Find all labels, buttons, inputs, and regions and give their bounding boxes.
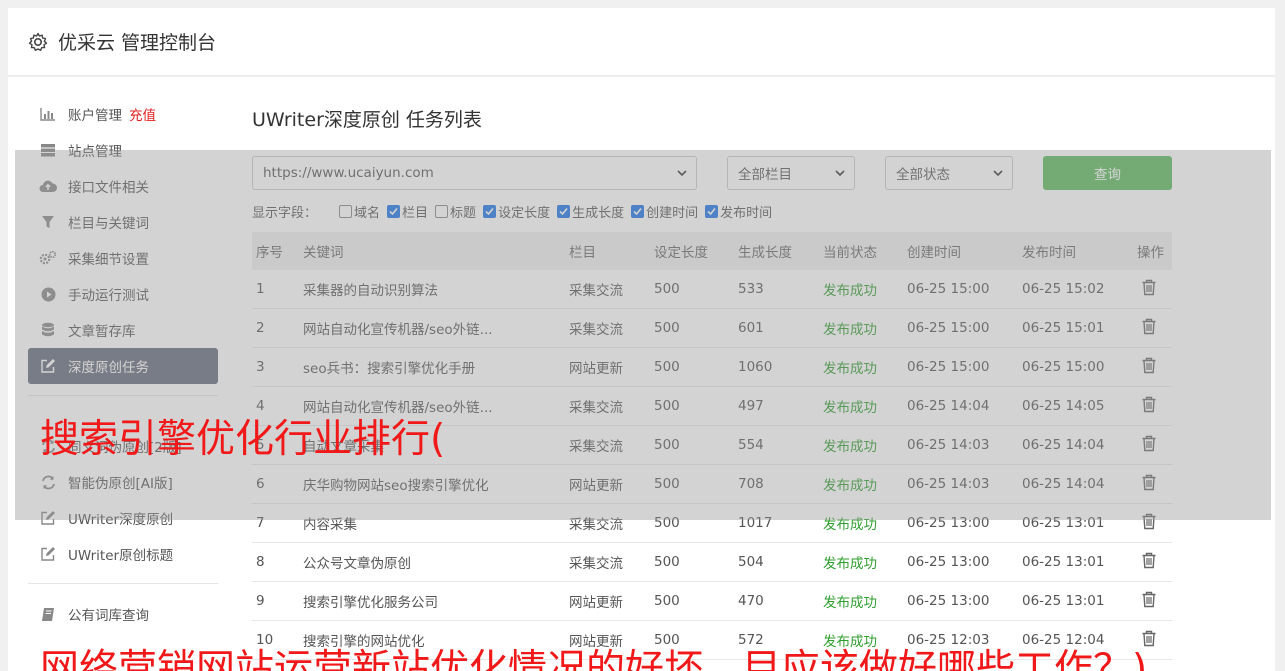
row-created-time: 06-25 13:00 xyxy=(907,554,990,570)
row-index: 9 xyxy=(256,593,265,609)
row-gen-length: 470 xyxy=(738,593,764,609)
main-content: UWriter深度原创 任务列表 https://www.ucaiyun.com… xyxy=(252,96,1172,660)
table-row: 8 公众号文章伪原创 采集交流 500 504 发布成功 06-25 13:00 06-25 … xyxy=(252,543,1172,582)
row-status: 发布成功 xyxy=(823,595,877,611)
edit-icon xyxy=(39,545,57,563)
row-created-time: 06-25 13:00 xyxy=(907,593,990,609)
sidebar-item-uwriter-title[interactable]: UWriter原创标题 xyxy=(28,536,218,572)
row-column: 网站更新 xyxy=(569,595,623,611)
row-delete-action[interactable] xyxy=(1133,552,1168,573)
row-keyword: 公众号文章伪原创 xyxy=(303,556,411,572)
trash-icon[interactable] xyxy=(1141,552,1157,569)
top-header: 优采云 管理控制台 xyxy=(8,8,1275,76)
row-status: 发布成功 xyxy=(823,556,877,572)
row-set-length: 500 xyxy=(654,593,680,609)
table-row: 9 搜索引擎优化服务公司 网站更新 500 470 发布成功 06-25 13:00 06-2… xyxy=(252,582,1172,621)
sidebar-item-label: 公有词库查询 xyxy=(68,608,149,624)
row-column: 采集交流 xyxy=(569,556,623,572)
gear-icon xyxy=(28,32,48,51)
row-gen-length: 504 xyxy=(738,554,764,570)
recharge-link[interactable]: 充值 xyxy=(129,104,156,124)
app-title: 优采云 管理控制台 xyxy=(58,32,217,54)
row-delete-action[interactable] xyxy=(1133,591,1168,612)
sidebar-divider xyxy=(28,583,218,584)
row-index: 8 xyxy=(256,554,265,570)
row-publish-time: 06-25 13:01 xyxy=(1022,554,1105,570)
row-keyword: 搜索引擎优化服务公司 xyxy=(303,595,438,611)
bar-chart-icon xyxy=(39,105,57,123)
trash-icon[interactable] xyxy=(1141,591,1157,608)
overlay-headline: 搜索引擎优化行业排行( xyxy=(40,417,446,462)
sidebar-item-label: 账户管理 xyxy=(68,108,122,124)
sidebar-item-account[interactable]: 账户管理 充值 xyxy=(28,96,218,132)
row-set-length: 500 xyxy=(654,554,680,570)
book-icon xyxy=(39,605,57,623)
sidebar-item-public-dictionary[interactable]: 公有词库查询 xyxy=(28,596,218,632)
gray-overlay xyxy=(15,150,1271,520)
overlay-subheadline: 网络营销网站运营新站优化情况的好坏，目应该做好哪些工作？) xyxy=(40,647,1148,671)
sidebar-item-label: UWriter原创标题 xyxy=(68,548,174,564)
row-publish-time: 06-25 13:01 xyxy=(1022,593,1105,609)
page-title: UWriter深度原创 任务列表 xyxy=(252,109,482,131)
